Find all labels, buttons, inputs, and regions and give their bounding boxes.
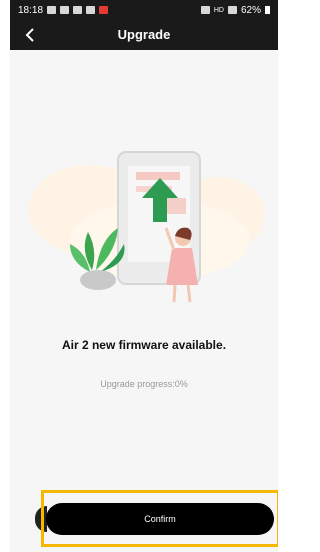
firmware-message: Air 2 new firmware available. xyxy=(61,338,227,352)
status-right: HD 62% xyxy=(200,4,270,16)
upgrade-illustration xyxy=(20,140,270,315)
app-screen: 18:18 HD 62% Upgrade Air 2 new firmware … xyxy=(10,0,278,552)
status-left: 18:18 xyxy=(18,4,109,16)
app-notification-icon xyxy=(99,6,109,14)
battery-icon xyxy=(265,6,270,14)
download-icon xyxy=(73,6,83,14)
gallery-icon xyxy=(86,6,96,14)
hd-indicator: HD xyxy=(213,6,224,14)
page-header: Upgrade xyxy=(10,20,278,50)
alarm-icon xyxy=(47,6,57,14)
screen-bar-1 xyxy=(136,172,180,180)
signal-icon xyxy=(227,6,237,14)
upgrade-progress-text: Upgrade progress:0% xyxy=(100,379,188,389)
status-time: 18:18 xyxy=(18,4,44,16)
battery-percent: 62% xyxy=(240,4,261,16)
confirm-button[interactable]: Confirm xyxy=(46,503,274,535)
status-bar: 18:18 HD 62% xyxy=(10,0,278,20)
notification-icon xyxy=(60,6,70,14)
page-title: Upgrade xyxy=(117,27,171,42)
alarm-clock-icon xyxy=(200,6,210,14)
